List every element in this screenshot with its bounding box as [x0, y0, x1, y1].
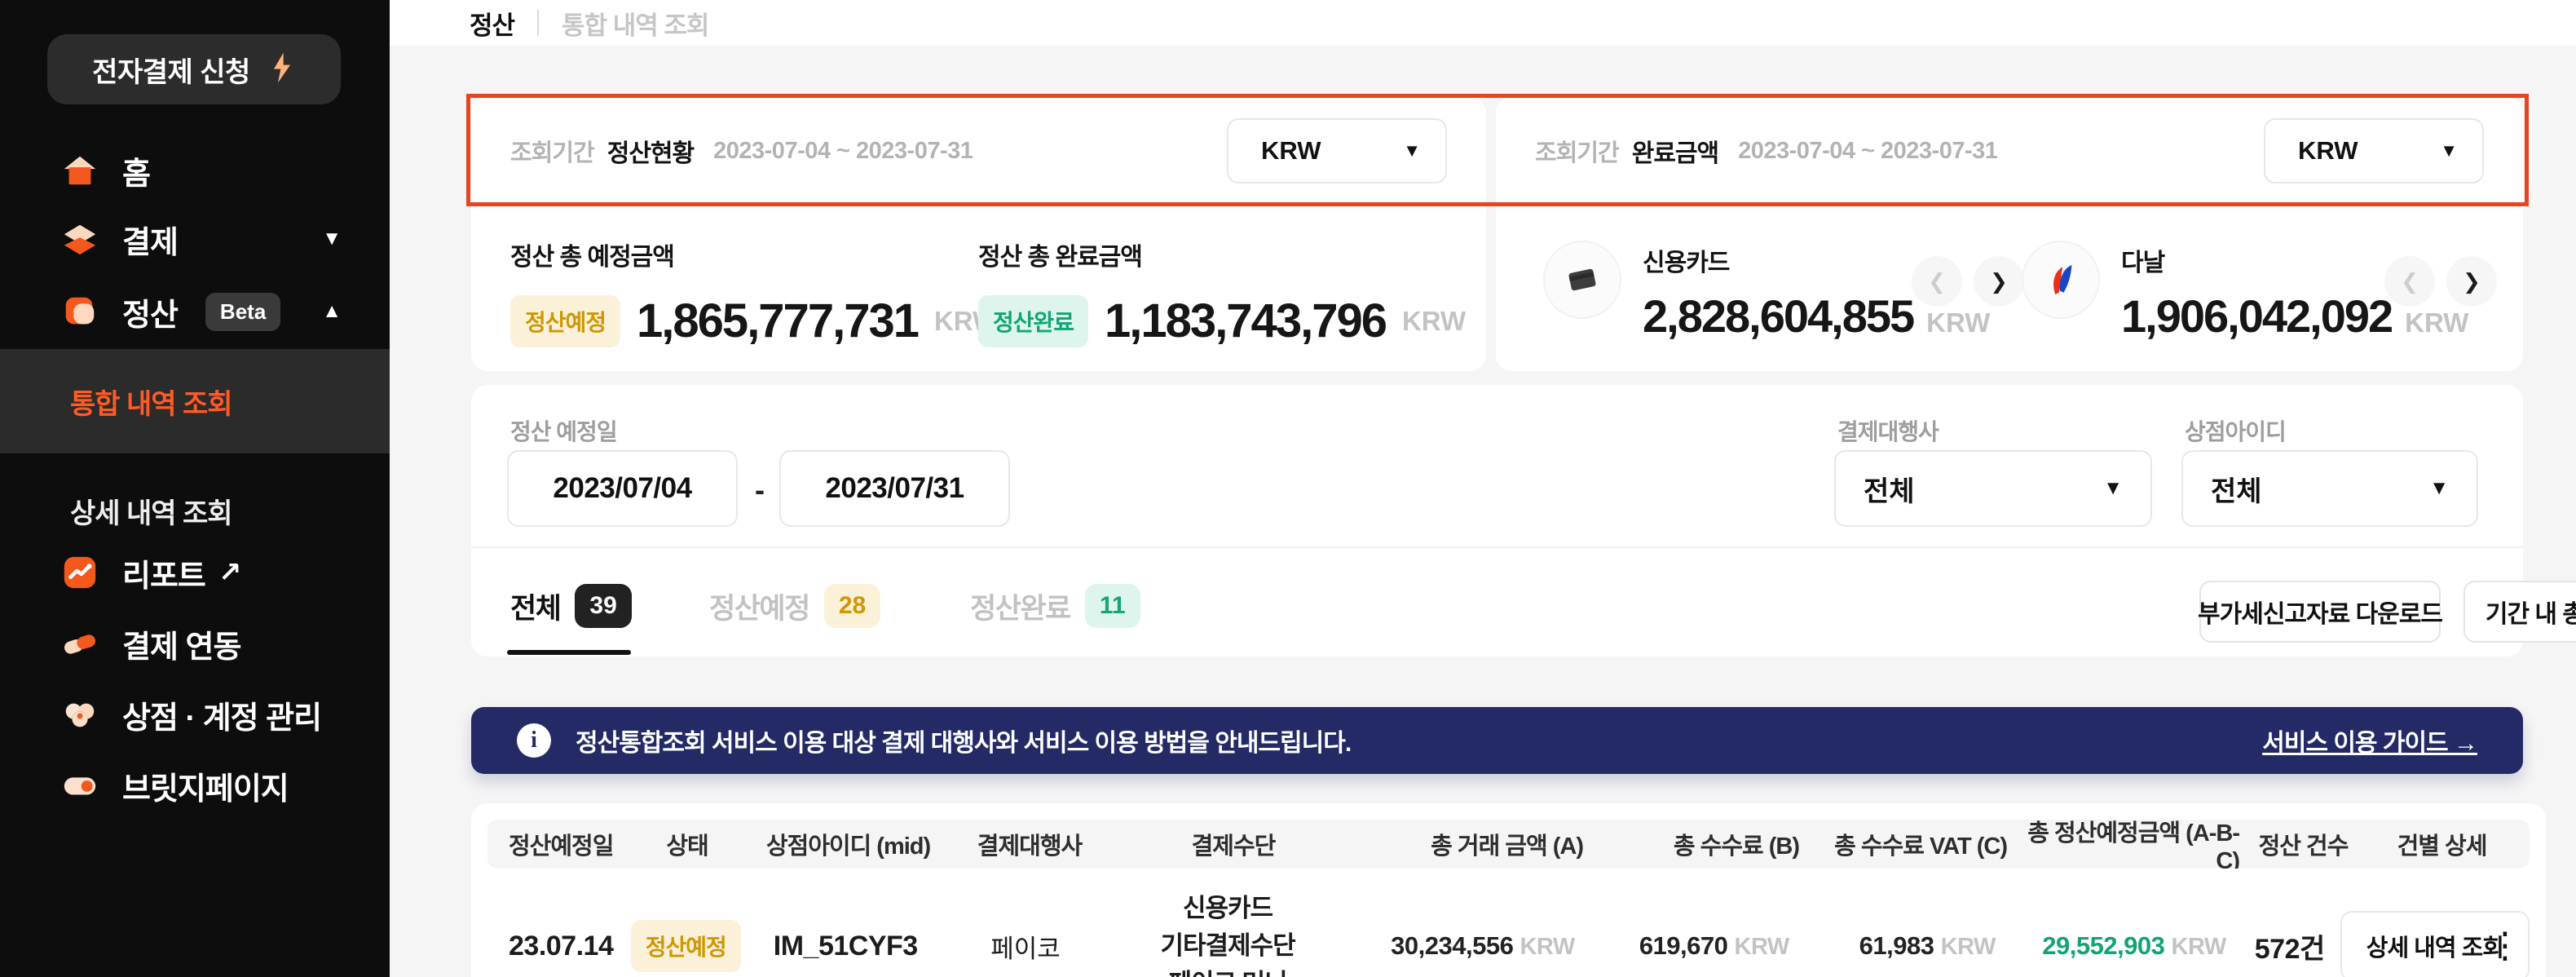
kebab-menu-icon[interactable]: ⋮	[2487, 928, 2523, 964]
external-link-icon: ↗	[218, 556, 241, 589]
cell-count: 572건	[2239, 926, 2340, 966]
chevron-down-icon: ▼	[1403, 140, 1421, 161]
tab-pending[interactable]: 정산예정 28	[709, 584, 880, 628]
pg-label: 결제대행사	[1837, 414, 1939, 447]
chevron-left-icon[interactable]: ❮	[2384, 256, 2435, 307]
chevron-down-icon: ▼	[2103, 477, 2123, 500]
pg-select[interactable]: 전체 ▼	[1834, 450, 2152, 527]
danal-pager: ❮ ❯	[2384, 256, 2497, 307]
danal-logo-icon	[2022, 241, 2100, 319]
cell-status: 정산예정	[625, 920, 747, 972]
beta-badge: Beta	[205, 293, 280, 331]
breadcrumb-section: 정산	[470, 5, 514, 42]
cell-expected-settlement: 29,552,903 KRW	[2009, 931, 2239, 961]
chevron-right-icon[interactable]: ❯	[1974, 256, 2024, 307]
cell-settlement-date: 23.07.14	[487, 931, 625, 962]
chevron-down-icon: ▼	[322, 228, 341, 250]
table-row: 23.07.14 정산예정 IM_51CYF3 페이코 신용카드 기타결제수단 …	[487, 869, 2530, 977]
sidebar-item-settlement[interactable]: 정산 Beta ▲	[0, 276, 390, 347]
breadcrumb: 정산 통합 내역 조회	[390, 0, 2576, 46]
status-badge: 정산예정	[510, 295, 620, 347]
settlement-status-card-header: 조회기간 정산현황 2023-07-04 ~ 2023-07-31 KRW ▼	[471, 96, 1486, 206]
sidebar-item-store-account[interactable]: 상점 · 계정 관리	[0, 679, 390, 750]
lightning-icon	[268, 51, 296, 88]
settlement-date-label: 정산 예정일	[510, 414, 617, 447]
date-to-input[interactable]: 2023/07/31	[779, 450, 1010, 527]
chevron-down-icon: ▼	[2440, 140, 2458, 161]
cell-fee-vat: 61,983 KRW	[1802, 931, 2009, 961]
sidebar: 전자결제 신청 홈 결제 ▼ 정산 Beta ▲	[0, 0, 390, 977]
credit-card-icon	[1543, 241, 1621, 319]
currency-select[interactable]: KRW ▼	[2264, 118, 2484, 183]
table-header-row: 정산예정일 상태 상점아이디 (mid) 결제대행사 결제수단 총 거래 금액 …	[487, 820, 2530, 869]
chevron-right-icon[interactable]: ❯	[2446, 256, 2497, 307]
stat-completed-total: 정산 총 완료금액 정산완료 1,183,743,796 KRW	[978, 237, 1466, 348]
cell-pg: 페이코	[945, 928, 1106, 965]
filter-divider	[471, 546, 2523, 548]
count-badge: 28	[824, 584, 880, 628]
filter-card: 정산 예정일 2023/07/04 - 2023/07/31 결제대행사 전체 …	[471, 385, 2523, 656]
cell-detail: 상세 내역 조회 ⋮	[2340, 911, 2530, 977]
mid-label: 상점아이디	[2185, 414, 2286, 447]
epay-apply-label: 전자결제 신청	[92, 50, 250, 90]
vat-report-download-button[interactable]: 부가세신고자료 다운로드	[2199, 581, 2441, 643]
period-total-button[interactable]: 기간 내 총 정산액	[2464, 581, 2576, 643]
cell-payment-methods: 신용카드 기타결제수단 페이코 머니	[1106, 890, 1349, 977]
sidebar-item-payment[interactable]: 결제 ▼	[0, 203, 390, 275]
home-icon	[60, 151, 99, 190]
mid-select[interactable]: 전체 ▼	[2181, 450, 2478, 527]
completed-amount-card: 조회기간 완료금액 2023-07-04 ~ 2023-07-31 KRW ▼ …	[1496, 96, 2523, 371]
sidebar-item-home[interactable]: 홈	[0, 135, 390, 206]
sidebar-item-bridge-page[interactable]: 브릿지페이지	[0, 749, 390, 821]
sidebar-item-report[interactable]: 리포트 ↗	[0, 537, 390, 608]
settlement-table-card: 정산예정일 상태 상점아이디 (mid) 결제대행사 결제수단 총 거래 금액 …	[471, 803, 2546, 977]
main-area: 정산 통합 내역 조회 조회기간 정산현황 2023-07-04 ~ 2023-…	[390, 0, 2576, 977]
date-range-separator: -	[755, 473, 765, 507]
sidebar-subitem-integrated-history[interactable]: 통합 내역 조회	[0, 349, 390, 453]
toggle-icon	[60, 766, 99, 805]
status-badge: 정산예정	[631, 920, 741, 972]
breadcrumb-divider	[537, 10, 539, 36]
currency-select[interactable]: KRW ▼	[1227, 118, 1447, 183]
status-badge: 정산완료	[978, 295, 1088, 347]
breadcrumb-page: 통합 내역 조회	[562, 5, 708, 42]
tab-all[interactable]: 전체 39	[510, 584, 632, 628]
chart-icon	[60, 553, 99, 592]
active-tab-underline	[507, 650, 631, 655]
cell-mid: IM_51CYF3	[747, 931, 945, 962]
epay-apply-button[interactable]: 전자결제 신청	[47, 34, 341, 104]
date-from-input[interactable]: 2023/07/04	[507, 450, 738, 527]
link-pills-icon	[60, 624, 99, 663]
chevron-up-icon: ▲	[322, 300, 341, 323]
tab-completed[interactable]: 정산완료 11	[970, 584, 1140, 628]
stat-expected-total: 정산 총 예정금액 정산예정 1,865,777,731 KRW	[510, 237, 998, 348]
layers-icon	[60, 219, 99, 259]
chevron-down-icon: ▼	[2429, 477, 2449, 500]
completed-amount-card-header: 조회기간 완료금액 2023-07-04 ~ 2023-07-31 KRW ▼	[1496, 96, 2523, 206]
count-badge: 39	[575, 584, 631, 628]
settlement-status-card: 조회기간 정산현황 2023-07-04 ~ 2023-07-31 KRW ▼ …	[471, 96, 1486, 371]
info-icon: i	[517, 723, 551, 758]
notice-banner: i 정산통합조회 서비스 이용 대상 결제 대행사와 서비스 이용 방법을 안내…	[471, 707, 2523, 774]
notice-text: 정산통합조회 서비스 이용 대상 결제 대행사와 서비스 이용 방법을 안내드립…	[576, 723, 1351, 758]
cell-total-fee: 619,670 KRW	[1588, 931, 1802, 961]
store-account-icon	[60, 695, 99, 734]
cell-total-amount: 30,234,556 KRW	[1349, 931, 1588, 961]
sidebar-item-payment-link[interactable]: 결제 연동	[0, 608, 390, 679]
chevron-left-icon[interactable]: ❮	[1912, 256, 1962, 307]
app-root: 전자결제 신청 홈 결제 ▼ 정산 Beta ▲	[0, 0, 2576, 977]
count-badge: 11	[1085, 584, 1140, 628]
box-icon	[60, 292, 99, 331]
credit-card-pager: ❮ ❯	[1912, 256, 2024, 307]
service-guide-link[interactable]: 서비스 이용 가이드 →	[2262, 723, 2477, 758]
